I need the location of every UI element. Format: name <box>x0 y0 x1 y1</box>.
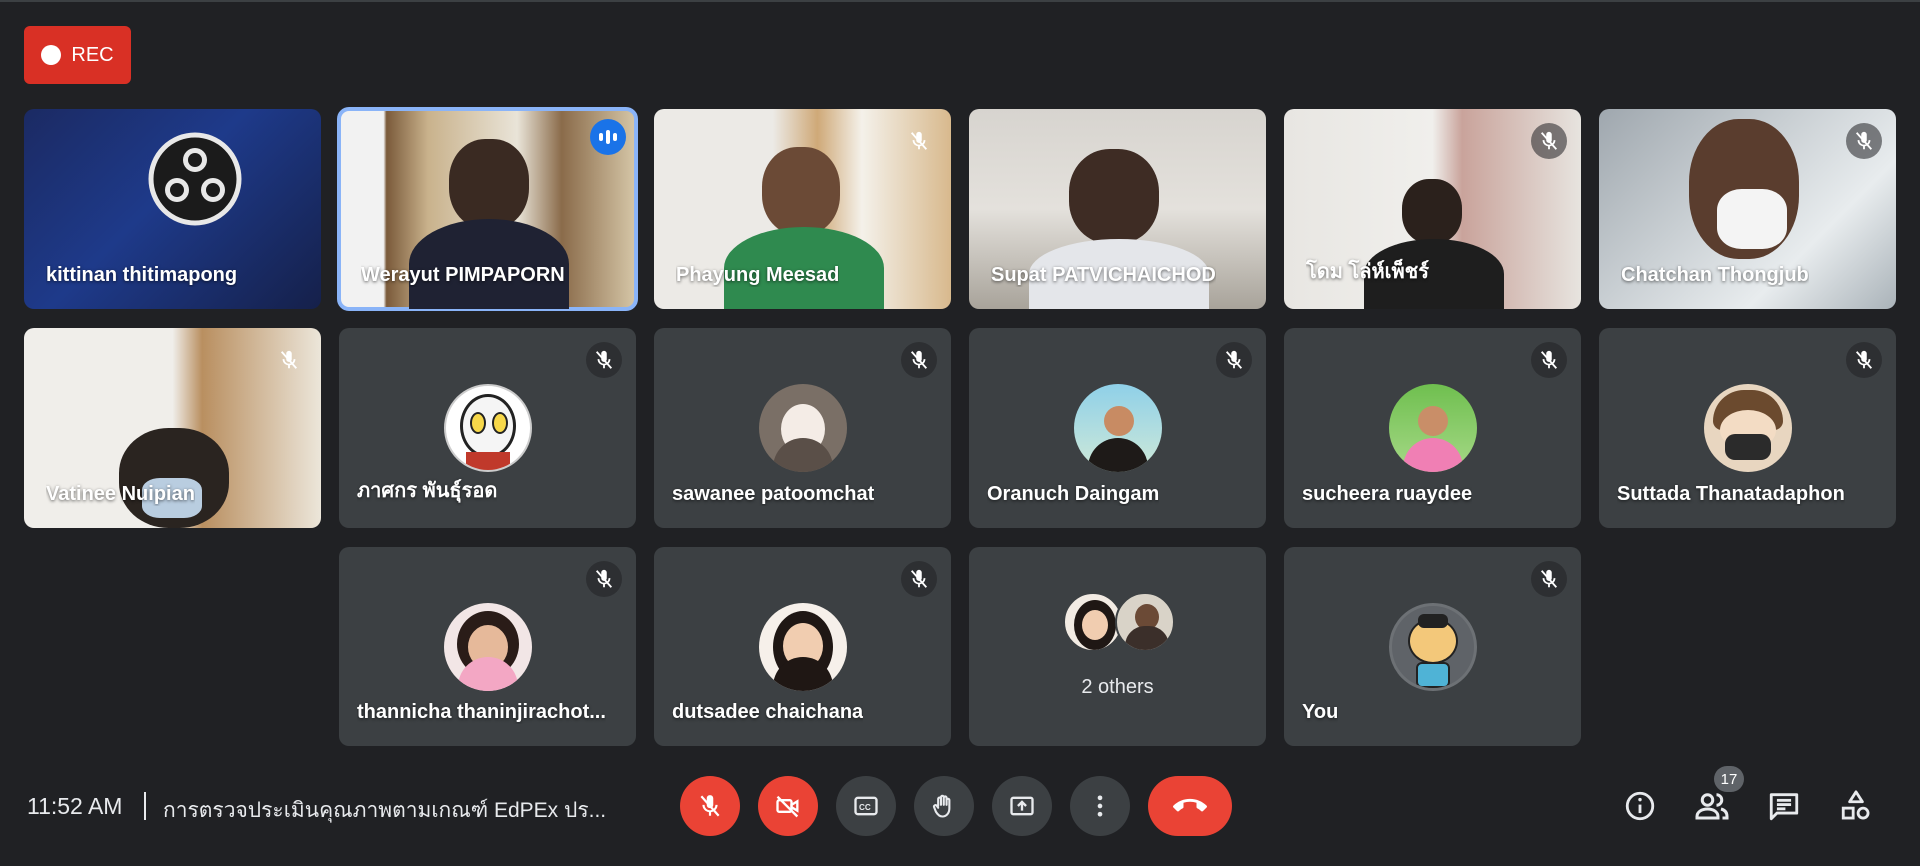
mic-off-icon <box>1531 123 1567 159</box>
avatar <box>443 603 532 691</box>
mic-off-icon <box>586 561 622 597</box>
toggle-camera-button[interactable] <box>758 776 818 836</box>
participant-tile-dutsadee[interactable]: dutsadee chaichana <box>654 547 951 746</box>
participant-count-badge: 17 <box>1714 766 1744 792</box>
participant-tile-phasakorn[interactable]: ภาศกร พันธุ์รอด <box>339 328 636 528</box>
participant-tile-dome[interactable]: โดม โล่ห์เพ็ชร์ <box>1284 109 1581 309</box>
participant-tile-you[interactable]: You <box>1284 547 1581 746</box>
participant-name: thannicha thaninjirachot... <box>357 701 606 723</box>
avatar <box>758 603 847 691</box>
participant-name: Oranuch Daingam <box>987 483 1160 505</box>
participant-name: ภาศกร พันธุ์รอด <box>357 480 498 502</box>
participant-tile-suttada[interactable]: Suttada Thanatadaphon <box>1599 328 1896 528</box>
toggle-mic-button[interactable] <box>680 776 740 836</box>
participant-video-person <box>1069 149 1159 244</box>
mic-off-icon <box>1531 342 1567 378</box>
mic-off-icon <box>586 342 622 378</box>
participant-name: Supat PATVICHAICHOD <box>991 264 1216 286</box>
people-icon <box>1695 793 1729 820</box>
participant-tile-thannicha[interactable]: thannicha thaninjirachot... <box>339 547 636 746</box>
chat-icon <box>1769 793 1799 821</box>
participant-tile-chatchan[interactable]: Chatchan Thongjub <box>1599 109 1896 309</box>
participant-tile-werayut[interactable]: Werayut PIMPAPORN <box>337 107 638 311</box>
participant-name: Chatchan Thongjub <box>1621 264 1809 286</box>
participant-tile-kittinan[interactable]: kittinan thitimapong <box>24 109 321 309</box>
more-options-button[interactable] <box>1070 776 1130 836</box>
participant-name: kittinan thitimapong <box>46 264 238 286</box>
mic-off-icon <box>901 123 937 159</box>
mic-off-icon <box>1846 342 1882 378</box>
activities-icon <box>1841 790 1870 820</box>
avatar <box>443 384 532 472</box>
participant-video-person <box>762 147 840 235</box>
participant-name: Suttada Thanatadaphon <box>1617 483 1845 505</box>
present-screen-icon <box>1010 796 1034 816</box>
participant-tile-others[interactable]: 2 others <box>969 547 1266 746</box>
participant-name: sucheera ruaydee <box>1302 483 1473 505</box>
present-button[interactable] <box>992 776 1052 836</box>
participant-tile-phayung[interactable]: Phayung Meesad <box>654 109 951 309</box>
participant-tile-vatinee[interactable]: Vatinee Nuipian <box>24 328 321 528</box>
activities-button[interactable] <box>1834 784 1878 828</box>
leave-call-button[interactable] <box>1148 776 1232 836</box>
info-icon <box>1625 791 1655 821</box>
mic-off-icon <box>1216 342 1252 378</box>
videocam-off-icon <box>776 795 799 818</box>
participant-video-person <box>1402 179 1462 244</box>
participant-tile-supat[interactable]: Supat PATVICHAICHOD <box>969 109 1266 309</box>
participant-video-person <box>449 139 529 229</box>
mic-off-icon <box>700 795 720 817</box>
meeting-clock: 11:52 AM <box>27 793 123 819</box>
captions-button[interactable]: CC <box>836 776 896 836</box>
meeting-details-button[interactable] <box>1618 784 1662 828</box>
face-mask <box>1717 189 1787 249</box>
more-vert-icon <box>1097 795 1103 817</box>
participant-tile-sucheera[interactable]: sucheera ruaydee <box>1284 328 1581 528</box>
mic-off-icon <box>271 342 307 378</box>
avatar <box>758 384 847 472</box>
svg-text:CC: CC <box>859 803 871 812</box>
mic-off-icon <box>901 342 937 378</box>
top-border <box>0 0 1920 2</box>
divider <box>144 792 146 820</box>
mic-off-icon <box>1531 561 1567 597</box>
avatar <box>1073 384 1162 472</box>
participant-name: Phayung Meesad <box>676 264 840 286</box>
avatar <box>1703 384 1792 472</box>
avatar <box>1115 592 1175 652</box>
participant-name: โดม โล่ห์เพ็ชร์ <box>1306 261 1429 283</box>
raise-hand-button[interactable] <box>914 776 974 836</box>
participant-name: Vatinee Nuipian <box>46 483 195 505</box>
record-dot-icon <box>41 45 62 65</box>
obs-logo-icon <box>148 132 242 226</box>
mic-off-icon <box>901 561 937 597</box>
hand-icon <box>932 794 951 818</box>
avatar <box>1388 384 1477 472</box>
recording-indicator: REC <box>24 26 131 84</box>
call-end-icon <box>1173 798 1207 812</box>
participant-name: dutsadee chaichana <box>672 701 864 723</box>
avatar <box>1063 592 1123 652</box>
others-count-label: 2 others <box>1081 676 1154 698</box>
participant-name: sawanee patoomchat <box>672 483 875 505</box>
chat-button[interactable] <box>1762 784 1806 828</box>
meeting-title[interactable]: การตรวจประเมินคุณภาพตามเกณฑ์ EdPEx ปร... <box>163 794 606 827</box>
avatar <box>1388 603 1477 691</box>
participant-name: You <box>1302 701 1339 723</box>
recording-label: REC <box>71 43 114 66</box>
participant-name: Werayut PIMPAPORN <box>361 264 565 286</box>
mic-off-icon <box>1846 123 1882 159</box>
bottom-control-bar: 11:52 AM การตรวจประเมินคุณภาพตามเกณฑ์ Ed… <box>0 768 1920 844</box>
participant-tile-oranuch[interactable]: Oranuch Daingam <box>969 328 1266 528</box>
closed-caption-icon: CC <box>854 796 878 816</box>
participant-tile-sawanee[interactable]: sawanee patoomchat <box>654 328 951 528</box>
speaking-indicator-icon <box>590 119 626 155</box>
